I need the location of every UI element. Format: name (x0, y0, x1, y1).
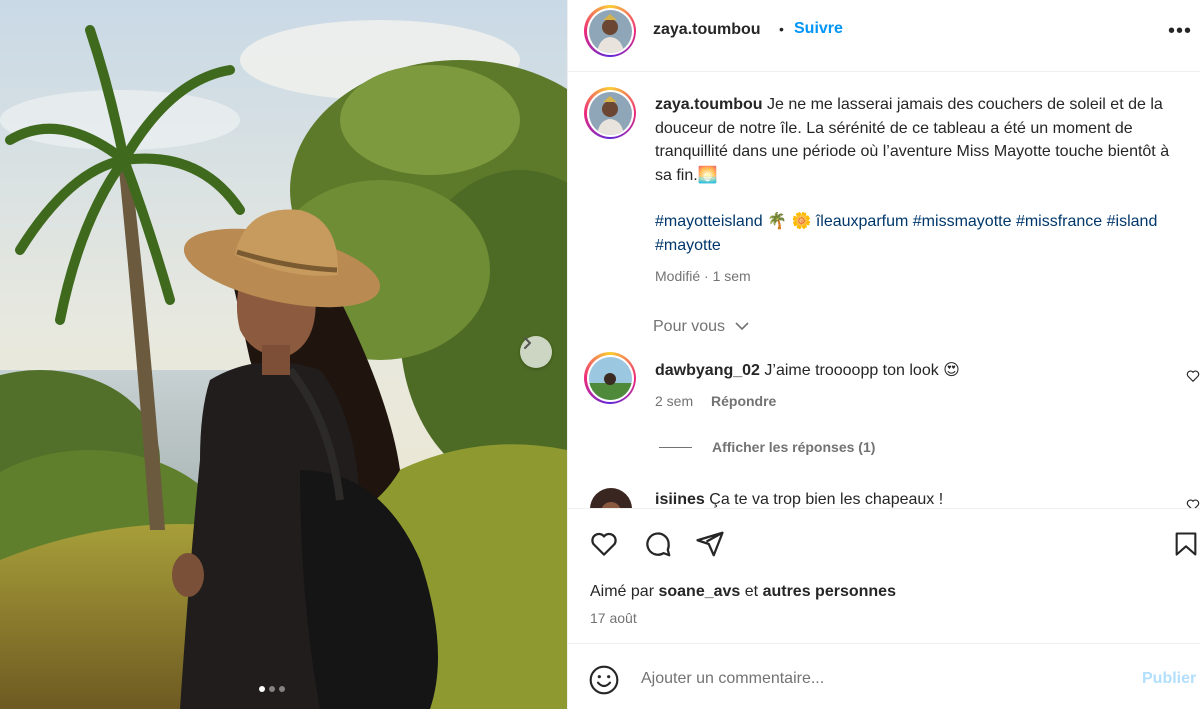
liked-by-others[interactable]: autres personnes (763, 583, 896, 600)
more-options-icon[interactable]: ••• (1168, 20, 1192, 43)
carousel-dot (279, 686, 285, 692)
chevron-down-icon (734, 322, 749, 331)
hashtag[interactable]: îleauxparfum (816, 213, 909, 230)
liked-by-prefix: Aimé par (590, 583, 655, 600)
post-header: zaya.toumbou • Suivre ••• (568, 0, 1200, 72)
reply-button[interactable]: Répondre (711, 393, 776, 409)
edited-timestamp: Modifié · 1 sem (655, 268, 751, 284)
comment-text: Ça te va trop bien les chapeaux ! (709, 491, 944, 508)
hashtag-emoji: 🌴 🌼 (767, 213, 812, 230)
comment-username[interactable]: isiines (655, 491, 705, 508)
post-date: 17 août (590, 610, 637, 626)
comment-text-line: isiines Ça te va trop bien les chapeaux … (655, 491, 943, 508)
commenter-avatar[interactable] (590, 488, 632, 508)
comment-icon[interactable] (642, 529, 674, 559)
comment-input[interactable] (641, 666, 1121, 692)
commenter-avatar-image (588, 356, 632, 400)
comment-composer: Publier (568, 643, 1200, 709)
comment-username[interactable]: dawbyang_02 (655, 362, 760, 379)
comment-time: 2 sem (655, 393, 694, 409)
post-caption: zaya.toumbou Je ne me lasserai jamais de… (655, 93, 1175, 187)
commenter-avatar-image (590, 488, 632, 508)
next-photo-button[interactable] (520, 336, 552, 368)
author-avatar-image (588, 9, 632, 53)
replies-divider (659, 446, 692, 448)
show-replies-button[interactable]: Afficher les réponses (1) (659, 439, 875, 455)
caption-avatar-image (588, 91, 632, 135)
post-photo[interactable] (0, 0, 567, 709)
heart-icon[interactable] (588, 529, 620, 559)
show-replies-label: Afficher les réponses (1) (712, 439, 876, 455)
likes-summary: Aimé par soane_avs et autres personnes (590, 583, 896, 601)
comment: isiines Ça te va trop bien les chapeaux … (568, 484, 1200, 508)
post-photo-scene (0, 0, 567, 709)
emoji-icon[interactable] (588, 664, 620, 696)
comment-like-icon[interactable] (1186, 498, 1200, 508)
comment-text: J’aime troooopp ton look 😍 (764, 362, 960, 379)
hashtag[interactable]: #missfrance (1016, 213, 1102, 230)
follow-button[interactable]: Suivre (794, 20, 843, 38)
chevron-right-icon (524, 337, 531, 349)
publish-button[interactable]: Publier (1142, 670, 1196, 688)
header-separator: • (779, 21, 784, 37)
hashtag[interactable]: #missmayotte (913, 213, 1012, 230)
hashtag[interactable]: #mayotte (655, 237, 721, 254)
liked-by-and: et (744, 583, 759, 600)
caption-username[interactable]: zaya.toumbou (655, 96, 763, 113)
post-details-panel: zaya.toumbou • Suivre ••• zaya.toumbou J… (567, 0, 1200, 709)
for-you-dropdown[interactable]: Pour vous (653, 318, 750, 336)
post-actions: Aimé par soane_avs et autres personnes 1… (568, 508, 1200, 643)
author-avatar[interactable] (584, 5, 636, 57)
bookmark-icon[interactable] (1172, 529, 1200, 559)
hashtag-list: #mayotteisland 🌴 🌼 îleauxparfum #missmay… (655, 210, 1185, 257)
caption-author-avatar[interactable] (584, 87, 636, 139)
share-icon[interactable] (694, 529, 726, 559)
comment-text-line: dawbyang_02 J’aime troooopp ton look 😍 (655, 360, 960, 380)
carousel-dot (269, 686, 275, 692)
liked-by-user[interactable]: soane_avs (658, 583, 740, 600)
hashtag[interactable]: #mayotteisland (655, 213, 763, 230)
hashtag[interactable]: #island (1107, 213, 1158, 230)
for-you-label: Pour vous (653, 318, 726, 335)
commenter-avatar[interactable] (584, 352, 636, 404)
carousel-dot-active (259, 686, 265, 692)
comment-like-icon[interactable] (1186, 369, 1200, 383)
carousel-dots (259, 686, 285, 692)
author-username[interactable]: zaya.toumbou (653, 21, 761, 39)
